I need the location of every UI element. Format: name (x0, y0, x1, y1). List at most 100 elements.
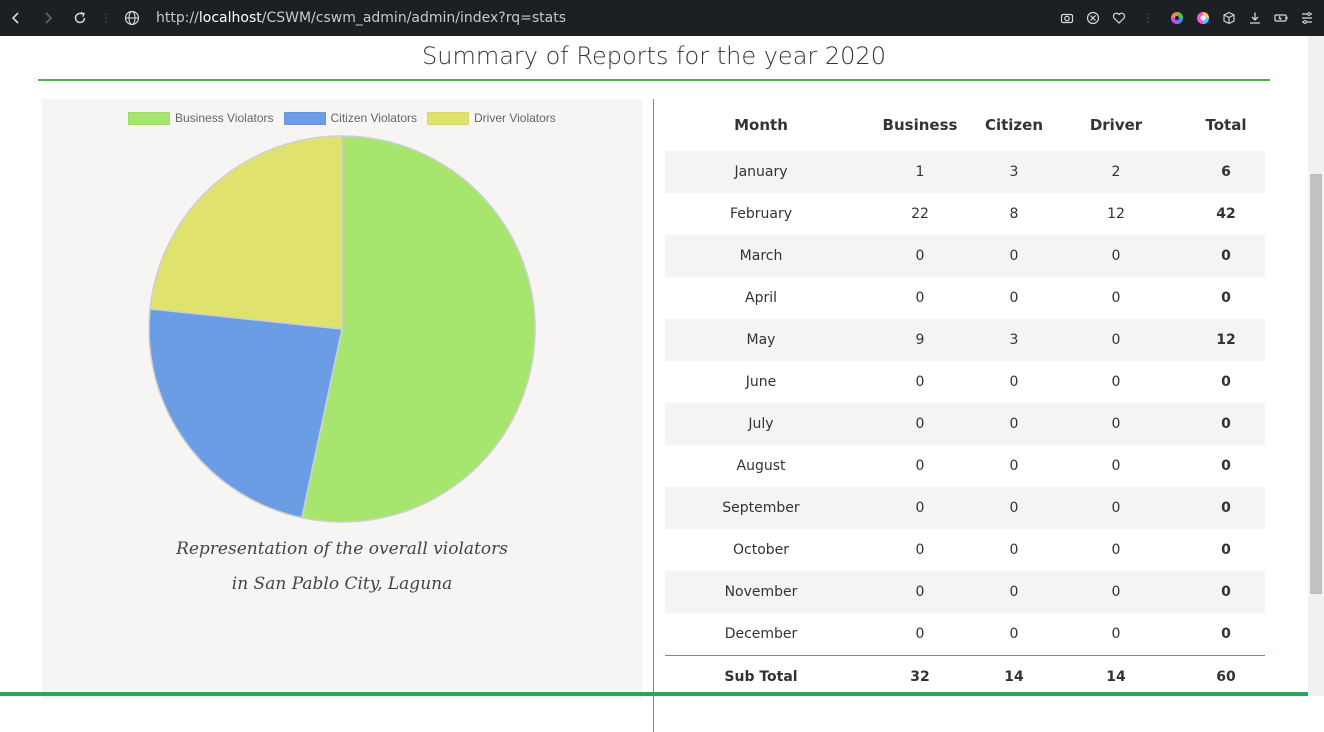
separator: ⋮ (1142, 11, 1154, 25)
table-row: August 0 0 0 0 (665, 445, 1265, 487)
cell-business: 1 (857, 151, 983, 193)
table-row: March 0 0 0 0 (665, 235, 1265, 277)
cell-driver: 0 (1111, 374, 1121, 390)
page-scrollbar[interactable] (1308, 36, 1324, 696)
cell-driver: 0 (1045, 403, 1187, 445)
cell-driver: 0 (1045, 571, 1187, 613)
chart-caption-line1: Representation of the overall violators (176, 539, 508, 559)
bottom-accent-strip (0, 692, 1308, 696)
table-row: May 9 3 0 12 (665, 319, 1265, 361)
palette-icon[interactable] (1196, 11, 1210, 25)
table-row: June 0 0 0 0 (665, 361, 1265, 403)
cell-total: 0 (1221, 625, 1231, 642)
cell-business: 0 (857, 235, 983, 277)
cell-business: 22 (911, 206, 929, 222)
header-month: Month (734, 116, 788, 134)
cell-month: March (665, 235, 857, 277)
table-row: April 0 0 0 0 (665, 277, 1265, 319)
cell-total: 0 (1221, 458, 1231, 474)
table-row: October 0 0 0 0 (665, 529, 1265, 571)
cell-citizen: 8 (1009, 206, 1019, 222)
table-row: July 0 0 0 0 (665, 403, 1265, 445)
cell-driver: 0 (1111, 542, 1121, 558)
cell-driver: 0 (1111, 625, 1121, 642)
battery-icon[interactable] (1274, 11, 1288, 25)
cell-business: 0 (857, 403, 983, 445)
cell-citizen: 3 (983, 319, 1045, 361)
cell-total: 0 (1221, 542, 1231, 558)
table-row: November 0 0 0 0 (665, 571, 1265, 613)
table-row: September 0 0 0 0 (665, 487, 1265, 529)
cell-month: November (665, 571, 857, 613)
cell-citizen: 0 (1009, 542, 1019, 558)
cell-month: February (729, 206, 793, 222)
header-business: Business (882, 116, 958, 134)
header-citizen: Citizen (984, 116, 1044, 134)
block-icon[interactable] (1086, 11, 1100, 25)
cell-month: September (665, 487, 857, 529)
cell-month: May (665, 319, 857, 361)
cell-business: 0 (915, 374, 925, 390)
cell-citizen: 0 (983, 487, 1045, 529)
cube-icon[interactable] (1222, 11, 1236, 25)
header-total: Total (1205, 116, 1247, 134)
cell-total: 0 (1187, 235, 1265, 277)
cell-month: January (665, 151, 857, 193)
cell-total: 0 (1187, 571, 1265, 613)
cell-citizen: 0 (983, 571, 1045, 613)
vertical-divider (653, 99, 654, 732)
cell-month: July (665, 403, 857, 445)
cell-business: 0 (915, 458, 925, 474)
report-table: Month Business Citizen Driver Total Janu… (665, 99, 1265, 699)
cell-business: 0 (915, 542, 925, 558)
cell-driver: 0 (1111, 458, 1121, 474)
globe-icon (124, 10, 140, 26)
cell-driver: 0 (1045, 319, 1187, 361)
cell-month: August (736, 458, 786, 474)
download-icon[interactable] (1248, 11, 1262, 25)
color-wheel-icon[interactable] (1170, 11, 1184, 25)
table-row: February 22 8 12 42 (665, 193, 1265, 235)
cell-driver: 0 (1045, 235, 1187, 277)
cell-driver: 0 (1111, 290, 1121, 306)
page-title: Summary of Reports for the year 2020 (422, 42, 886, 70)
pie-slice[interactable] (149, 135, 343, 330)
back-icon[interactable] (0, 0, 32, 36)
pie-chart-panel: Business Violators Citizen Violators Drive… (42, 99, 642, 699)
cell-business: 0 (857, 571, 983, 613)
cell-total: 12 (1187, 319, 1265, 361)
cell-total: 0 (1187, 403, 1265, 445)
table-row: January 1 3 2 6 (665, 151, 1265, 193)
table-row: December 0 0 0 0 (665, 613, 1265, 655)
cell-driver: 0 (1045, 487, 1187, 529)
cell-total: 0 (1221, 290, 1231, 306)
camera-icon[interactable] (1060, 11, 1074, 25)
cell-driver: 2 (1045, 151, 1187, 193)
cell-month: April (745, 290, 777, 306)
cell-citizen: 0 (1009, 458, 1019, 474)
reload-icon[interactable] (64, 0, 96, 36)
menu-icon[interactable] (1300, 11, 1314, 25)
table-header-row: Month Business Citizen Driver Total (665, 99, 1265, 151)
cell-citizen: 3 (983, 151, 1045, 193)
cell-total: 42 (1216, 206, 1236, 222)
url-text: http://localhost/CSWM/cswm_admin/admin/i… (156, 10, 567, 26)
cell-citizen: 0 (983, 403, 1045, 445)
cell-driver: 12 (1107, 206, 1125, 222)
scrollbar-thumb[interactable] (1310, 174, 1322, 594)
heart-icon[interactable] (1112, 11, 1126, 25)
browser-toolbar: ⋮ http://localhost/CSWM/cswm_admin/admin… (0, 0, 1324, 36)
chart-caption-line2: in San Pablo City, Laguna (231, 574, 453, 594)
title-divider (38, 79, 1270, 81)
cell-citizen: 0 (1009, 290, 1019, 306)
page-content: Summary of Reports for the year 2020 Bus… (0, 36, 1308, 732)
forward-icon[interactable] (32, 0, 64, 36)
cell-total: 0 (1187, 487, 1265, 529)
cell-citizen: 0 (1009, 374, 1019, 390)
cell-business: 0 (857, 487, 983, 529)
cell-total: 0 (1221, 374, 1231, 390)
cell-month: December (724, 625, 798, 642)
address-bar[interactable]: http://localhost/CSWM/cswm_admin/admin/i… (124, 10, 566, 26)
cell-month: October (732, 542, 790, 558)
header-driver: Driver (1089, 116, 1143, 134)
